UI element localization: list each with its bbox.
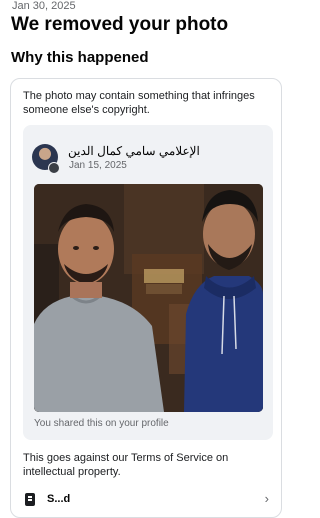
avatar-badge-icon xyxy=(48,162,60,174)
page-title: We removed your photo xyxy=(11,14,229,35)
option-label: S...d xyxy=(47,493,71,505)
date-label: Jan 30, 2025 xyxy=(12,0,76,12)
policy-text: This goes against our Terms of Service o… xyxy=(23,452,229,478)
next-option-row[interactable]: S...d › xyxy=(23,491,275,511)
removal-reason: The photo may contain something that inf… xyxy=(23,90,255,116)
chevron-right-icon: › xyxy=(264,491,269,506)
post-author[interactable]: الإعلامي سامي كمال الدين xyxy=(68,144,200,158)
removed-post-preview[interactable]: الإعلامي سامي كمال الدين Jan 15, 2025 Yo… xyxy=(23,125,273,440)
photo-image xyxy=(34,184,263,412)
explanation-card: The photo may contain something that inf… xyxy=(10,78,282,518)
post-date: Jan 15, 2025 xyxy=(69,160,127,171)
shared-note: You shared this on your profile xyxy=(34,418,169,429)
removed-photo[interactable] xyxy=(34,184,263,412)
section-subtitle: Why this happened xyxy=(11,49,149,66)
